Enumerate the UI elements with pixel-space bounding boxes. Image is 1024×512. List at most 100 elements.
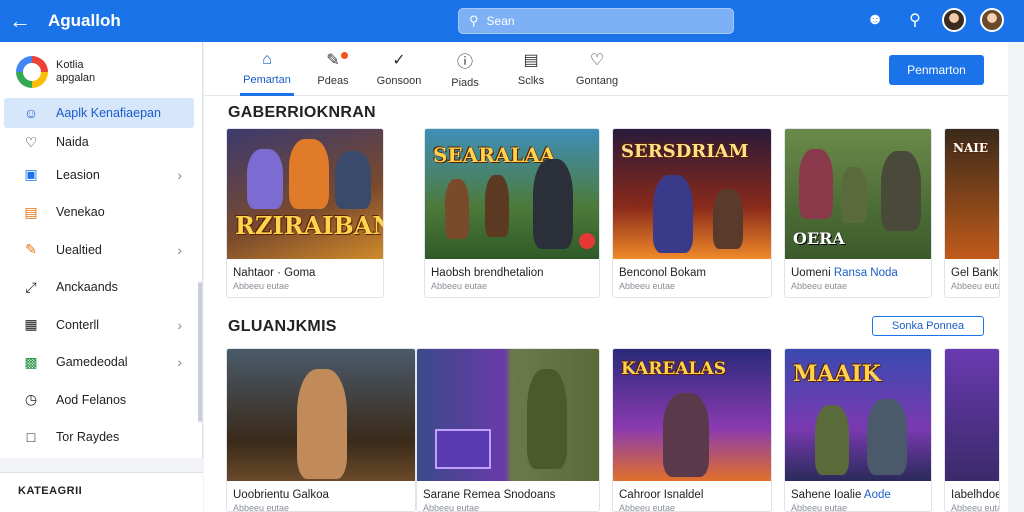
game-card[interactable]: KAREALAS Cahroor Isnaldel Abbeeu eutae <box>612 348 772 512</box>
sidebar-scrollbar[interactable] <box>198 282 202 422</box>
brand-line1: Kotlia <box>56 59 84 71</box>
game-meta: Abbeeu eutae <box>233 503 290 512</box>
sidebar-item-label: Conterll <box>56 317 100 332</box>
game-meta: Abbeeu eutae <box>951 281 999 291</box>
grid-icon: ▦ <box>24 316 38 333</box>
game-art-title: KAREALAS <box>621 359 726 379</box>
tab-label: Pemartan <box>243 74 291 86</box>
game-art-title: OERA <box>793 229 845 248</box>
document-icon: ▤ <box>523 52 539 69</box>
expand-icon: ⤢ <box>25 278 37 295</box>
game-card[interactable]: Sarane Remea Snodoans Abbeeu eutae <box>416 348 600 512</box>
game-title-highlight: Ransa Noda <box>833 267 898 279</box>
game-meta: Abbeeu eutae <box>619 503 676 512</box>
see-more-button[interactable]: Sonka Ponnea <box>872 316 984 336</box>
game-art-title: SERSDRIAM <box>621 141 749 162</box>
game-meta: Abbeeu eutae <box>431 281 488 291</box>
game-meta: Abbeeu eutae <box>791 503 848 512</box>
game-card[interactable]: Uoobrientu Galkoa Abbeeu eutae <box>226 348 416 512</box>
avatar[interactable] <box>942 8 966 32</box>
tab-piads[interactable]: ⓘ Piads <box>432 42 498 95</box>
game-card[interactable]: RZIRAIBAN Nahtaor · Goma Abbeeu eutae <box>226 128 384 298</box>
search-icon[interactable]: ⚲ <box>902 7 928 33</box>
sidebar-item-aod-felanos[interactable]: ◷ Aod Felanos <box>0 381 202 419</box>
game-title: Uomeni Ransa Noda <box>785 259 931 281</box>
game-thumbnail: OERA <box>785 129 931 259</box>
user-icon[interactable]: ☻ <box>862 7 888 33</box>
game-card[interactable]: SERSDRIAM Benconol Bokam Abbeeu eutae <box>612 128 772 298</box>
tab-gontang[interactable]: ♡ Gontang <box>564 42 630 95</box>
game-meta: Abbeeu eutae <box>791 281 848 291</box>
pen-icon: ✎ <box>25 241 37 258</box>
game-thumbnail <box>227 349 415 481</box>
sidebar-item-label: Aaplk Kenafiaepan <box>56 106 161 120</box>
sidebar-item-uealtied[interactable]: ✎ Uealtied › <box>0 231 202 269</box>
primary-action-button[interactable]: Penmarton <box>889 55 984 85</box>
game-art-title: RZIRAIBAN <box>235 211 383 240</box>
bell-icon: ♡ <box>24 133 38 150</box>
game-thumbnail: MAAIK <box>785 349 931 481</box>
tab-gonsoon[interactable]: ✓ Gonsoon <box>366 42 432 95</box>
game-title: Uoobrientu Galkoa <box>233 489 329 501</box>
notification-badge <box>341 52 348 59</box>
game-art-title: NAIE <box>953 141 989 155</box>
sidebar-item-aplikasi[interactable]: ☺ Aaplk Kenafiaepan <box>4 98 194 128</box>
sidebar-item-label: Aod Felanos <box>56 392 127 407</box>
game-thumbnail: NAIE <box>945 129 999 259</box>
sidebar-item-gamedeodal[interactable]: ▩ Gamedeodal › <box>0 344 202 382</box>
game-art-title: SEARALAA <box>433 143 556 167</box>
game-thumbnail <box>417 349 599 481</box>
game-title: Cahroor Isnaldel <box>619 489 704 501</box>
game-card[interactable]: SEARALAA Haobsh brendhetalion Abbeeu eut… <box>424 128 600 298</box>
sidebar-item-naida[interactable]: ♡ Naida <box>0 128 202 156</box>
tab-label: Pdeas <box>317 75 349 87</box>
tab-pemartan[interactable]: ⌂ Pemartan <box>234 42 300 96</box>
bell-icon: ♡ <box>589 52 605 69</box>
game-card[interactable]: OERA Uomeni Ransa Noda Abbeeu eutae <box>784 128 932 298</box>
game-title: Haobsh brendhetalion <box>431 267 544 279</box>
edit-icon: ✎ <box>326 52 340 69</box>
top-app-bar: ← Agualloh ⚲ Sean ☻ ⚲ <box>0 0 1024 42</box>
chevron-right-icon: › <box>177 241 182 258</box>
brand[interactable]: Kotlia apgalan <box>0 42 202 98</box>
avatar[interactable] <box>980 8 1004 32</box>
browser-icon: ▣ <box>24 166 38 183</box>
tab-pdeas[interactable]: ✎ Pdeas <box>300 42 366 95</box>
game-title-text: Sahene Ioalie <box>791 489 862 501</box>
search-icon: ⚲ <box>469 13 479 28</box>
brand-line2: apgalan <box>56 72 96 84</box>
game-title-text: Sarane Remea <box>423 489 501 501</box>
game-title-text: Uomeni <box>791 267 831 279</box>
tab-label: Gontang <box>575 75 619 87</box>
main-content: ⌂ Pemartan ✎ Pdeas ✓ Gonsoon ⓘ Piads ▤ S… <box>204 42 1008 512</box>
tab-sclks[interactable]: ▤ Sclks <box>498 42 564 95</box>
category-title: KATEAGRII <box>18 485 83 497</box>
arrow-left-icon[interactable]: ← <box>0 0 40 42</box>
game-title-highlight: Aode <box>863 489 891 501</box>
sidebar-item-anckaands[interactable]: ⤢ Anckaands <box>0 269 202 307</box>
game-meta: Abbeeu eutae <box>619 281 676 291</box>
game-thumbnail: RZIRAIBAN <box>227 129 383 259</box>
game-title: Benconol Bokam <box>619 267 706 279</box>
tab-label: Gonsoon <box>376 75 422 87</box>
category-panel: KATEAGRII <box>0 472 203 512</box>
search-input[interactable]: ⚲ Sean <box>458 8 734 34</box>
app-title: Agualloh <box>48 11 121 30</box>
sidebar-item-tor-raydes[interactable]: □ Tor Raydes <box>0 419 202 457</box>
game-thumbnail: KAREALAS <box>613 349 771 481</box>
game-title: Iabelhdoer <box>951 489 999 501</box>
game-card[interactable]: Iabelhdoer Abbeeu eutae <box>944 348 1000 512</box>
sidebar-item-venekao[interactable]: ▤ Venekao <box>0 194 202 232</box>
section-title: GLUANJKMIS <box>228 318 337 335</box>
game-card[interactable]: NAIE Gel Bank Abbeeu eutae <box>944 128 1000 298</box>
image-icon: ▩ <box>24 353 38 370</box>
sidebar-item-label: Naida <box>56 135 89 149</box>
sidebar-item-leasion[interactable]: ▣ Leasion › <box>0 156 202 194</box>
game-card[interactable]: MAAIK Sahene Ioalie Aode Abbeeu eutae <box>784 348 932 512</box>
sidebar-item-conterll[interactable]: ▦ Conterll › <box>0 306 202 344</box>
game-art-title: MAAIK <box>793 361 881 387</box>
sidebar-item-label: Venekao <box>56 205 105 220</box>
game-meta: Abbeeu eutae <box>233 281 290 291</box>
message-icon: □ <box>26 429 36 446</box>
clock-icon: ◷ <box>24 391 38 408</box>
